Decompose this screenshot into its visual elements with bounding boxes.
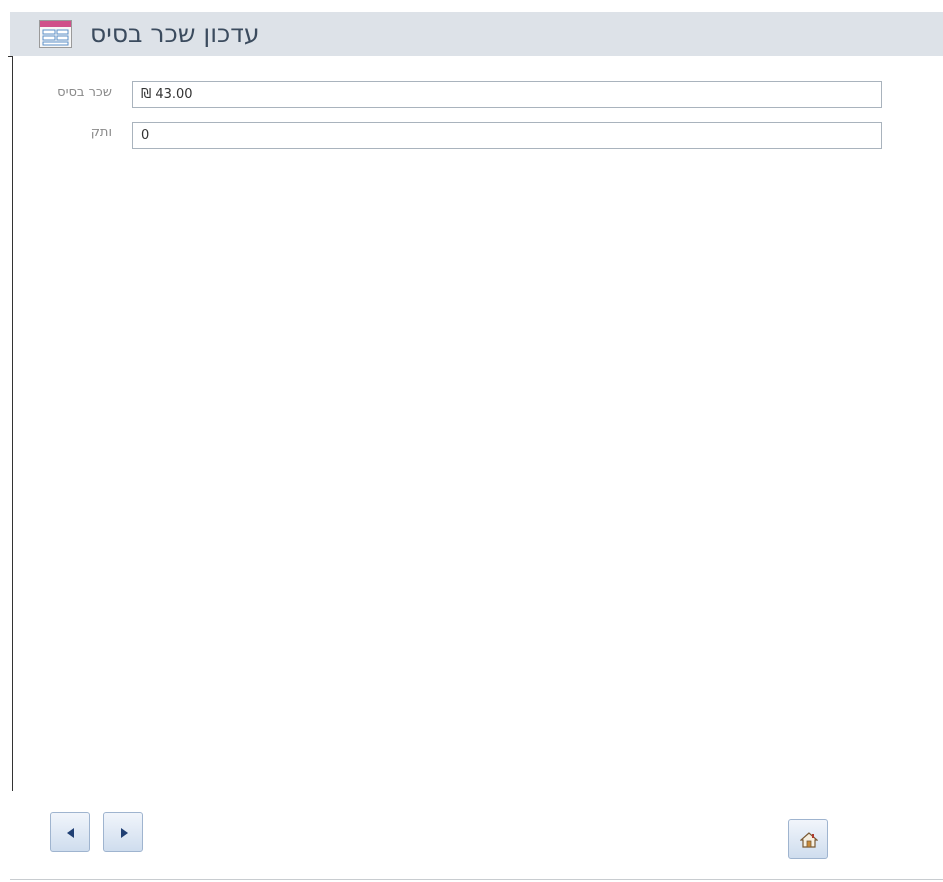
seniority-field[interactable]: 0 — [132, 122, 882, 149]
form-header: עדכון שכר בסיס — [10, 12, 943, 56]
page-title: עדכון שכר בסיס — [90, 19, 260, 48]
next-record-button[interactable] — [103, 812, 143, 852]
home-button[interactable] — [788, 819, 828, 859]
base-salary-field[interactable]: ₪ 43.00 — [132, 81, 882, 108]
form-icon — [39, 20, 72, 48]
form-page: עדכון שכר בסיס שכר בסיס ₪ 43.00 ותק 0 — [0, 0, 943, 882]
base-salary-label: שכר בסיס — [57, 85, 112, 100]
arrow-left-icon — [67, 828, 74, 838]
arrow-right-icon — [121, 828, 128, 838]
home-icon — [800, 832, 818, 848]
divider — [12, 56, 13, 791]
divider — [10, 879, 943, 880]
previous-record-button[interactable] — [50, 812, 90, 852]
seniority-label: ותק — [90, 125, 112, 140]
